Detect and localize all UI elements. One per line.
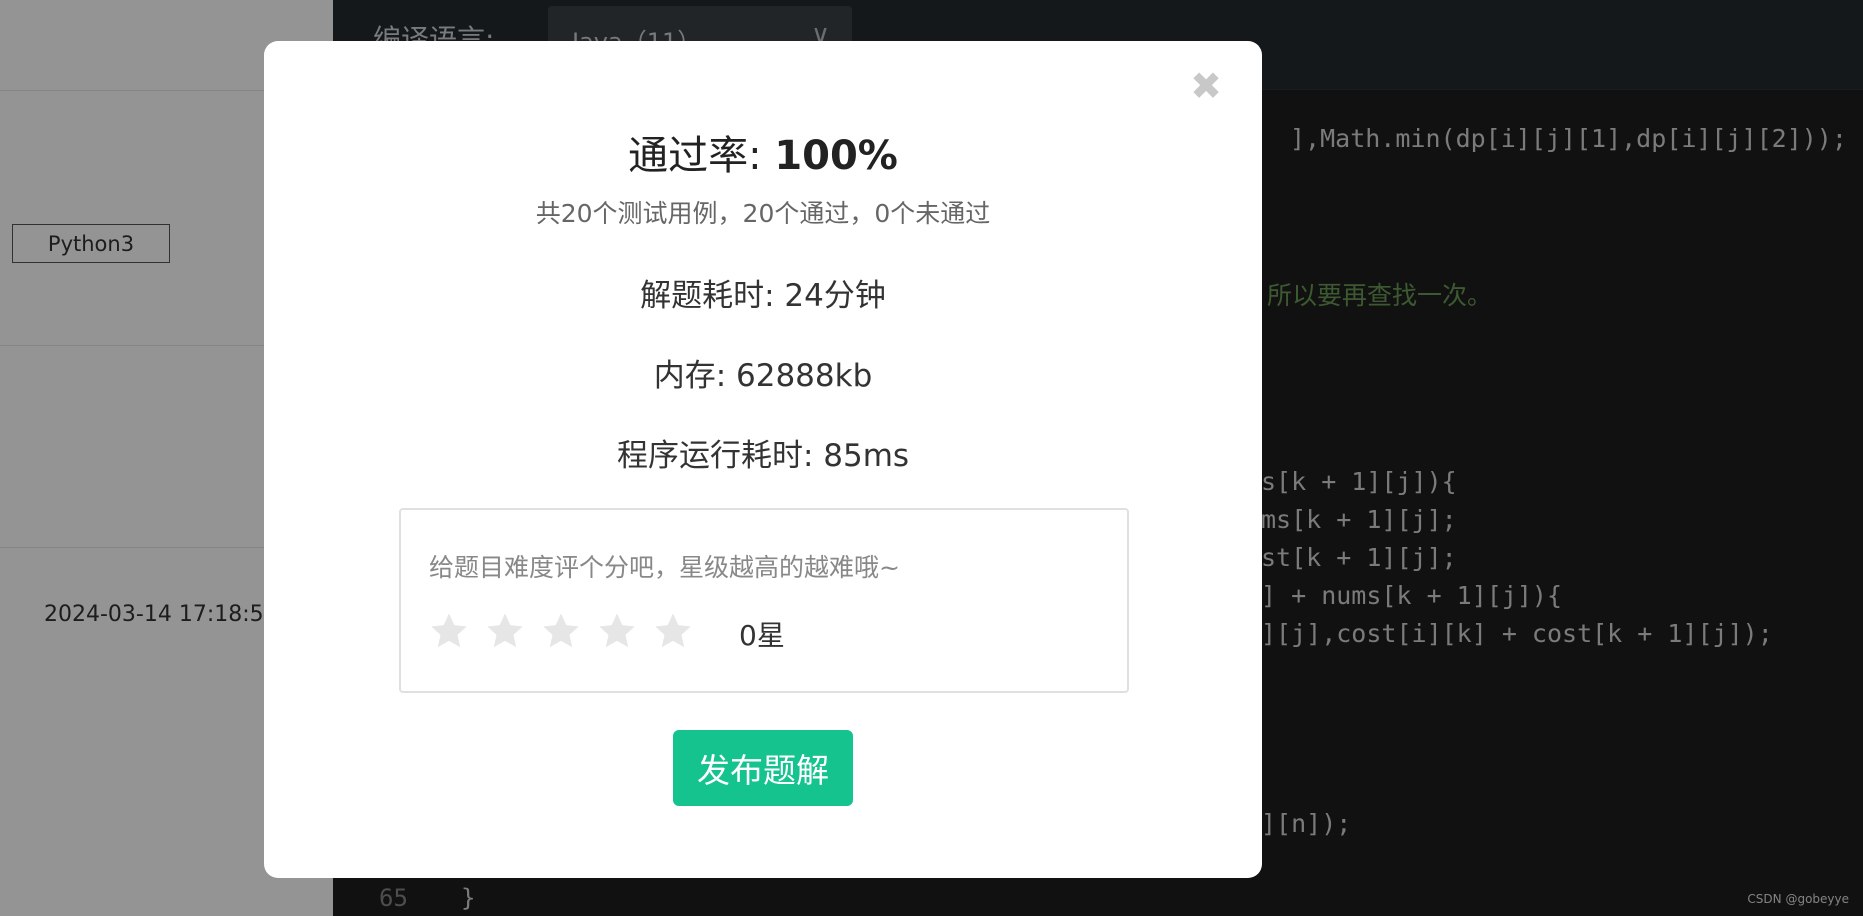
pass-rate: 通过率: 100% (264, 123, 1262, 181)
memory-usage: 内存: 62888kb (653, 358, 873, 394)
star-icon[interactable] (485, 611, 525, 651)
publish-solution-button[interactable]: 发布题解 (673, 730, 853, 806)
star-icon[interactable] (429, 611, 469, 651)
close-icon[interactable]: ✖ (1190, 67, 1222, 105)
star-icon[interactable] (597, 611, 637, 651)
test-case-summary: 共20个测试用例，20个通过，0个未通过 (535, 199, 991, 228)
run-time: 程序运行耗时: 85ms (616, 438, 910, 474)
pass-rate-value: 100% (774, 133, 898, 179)
pass-rate-label: 通过率: (628, 133, 775, 179)
solve-time: 解题耗时: 24分钟 (640, 278, 886, 314)
star-rating (429, 611, 693, 651)
star-icon[interactable] (541, 611, 581, 651)
difficulty-rating: 给题目难度评个分吧，星级越高的越难哦~ 0星 (399, 508, 1129, 693)
rating-hint: 给题目难度评个分吧，星级越高的越难哦~ (429, 553, 900, 582)
star-count: 0星 (739, 619, 785, 652)
star-icon[interactable] (653, 611, 693, 651)
submission-result-modal: ✖ 通过率: 100% 共20个测试用例，20个通过，0个未通过 解题耗时: 2… (264, 41, 1262, 878)
